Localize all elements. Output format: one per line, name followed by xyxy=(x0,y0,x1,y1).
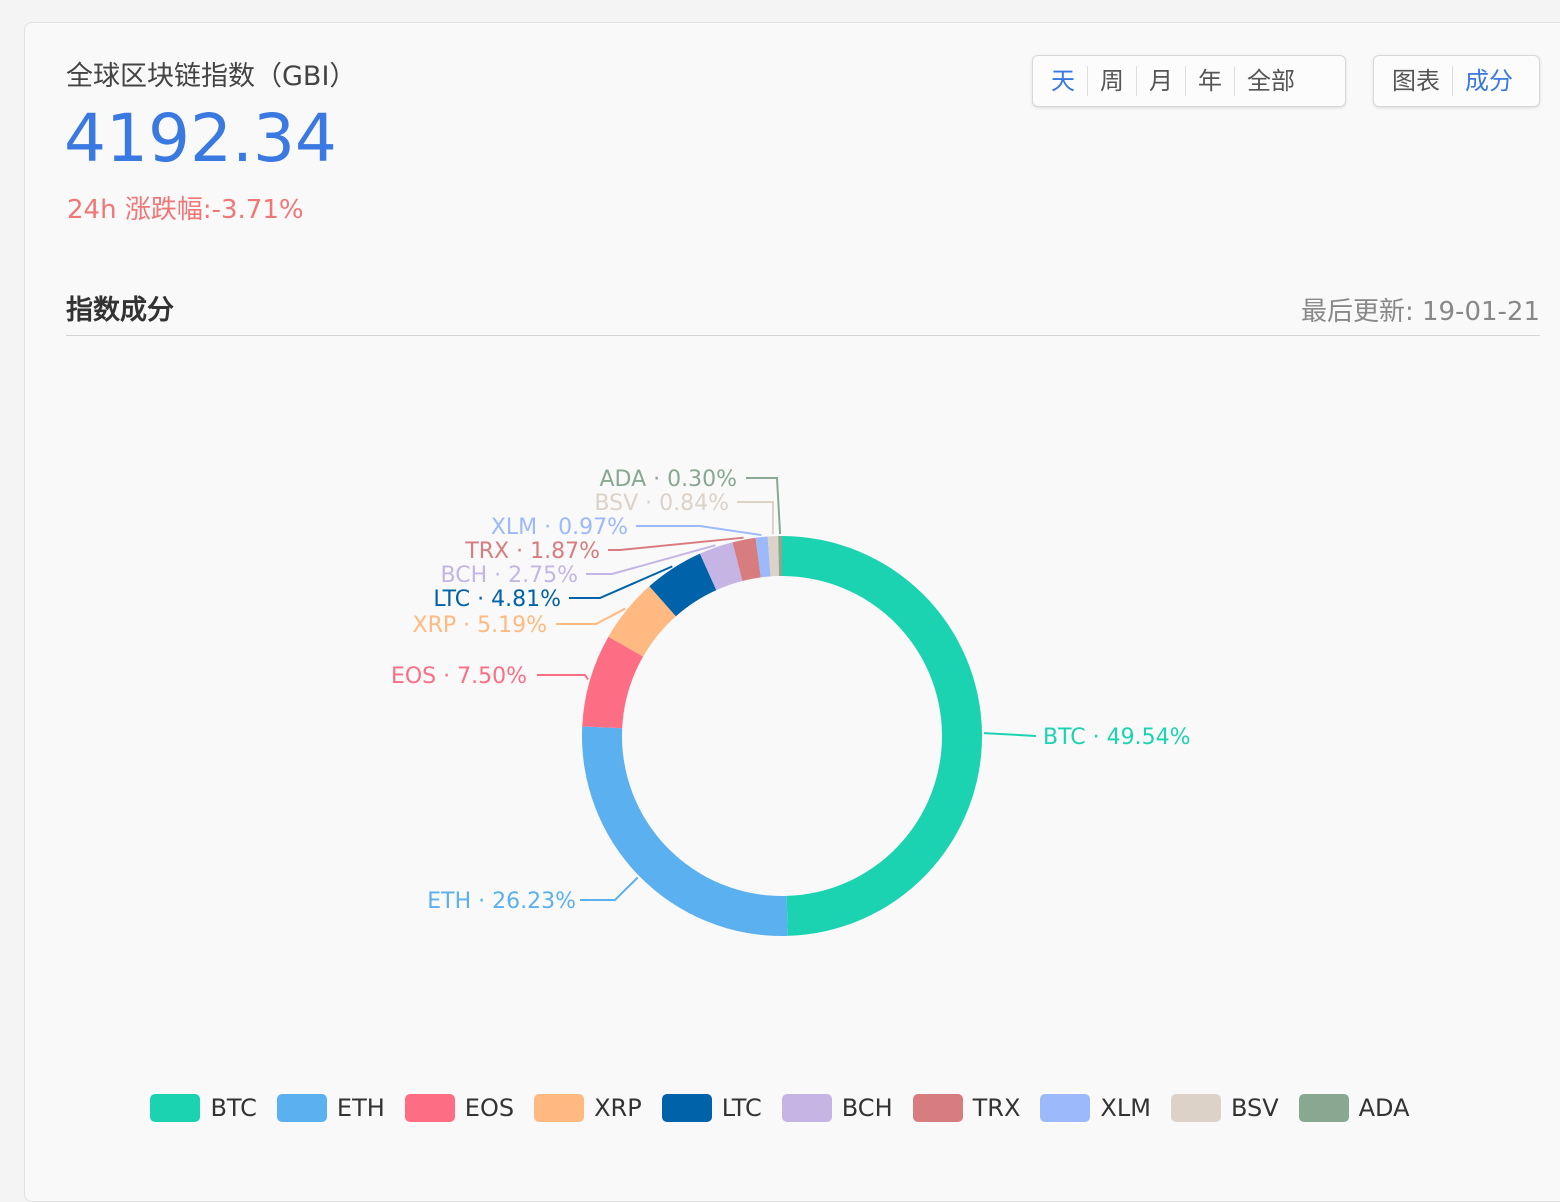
donut-labels: BTC · 49.54% ETH · 26.23% EOS · 7.50% XRP ·… xyxy=(391,467,1191,914)
slice-btc[interactable] xyxy=(782,536,983,936)
slice-label-trx: TRX · 1.87% xyxy=(464,539,600,564)
slice-label-xrp: XRP · 5.19% xyxy=(413,613,548,638)
slice-label-ltc: LTC · 4.81% xyxy=(433,587,561,612)
slice-label-eth: ETH · 26.23% xyxy=(427,889,576,914)
legend-label-trx: TRX xyxy=(972,1094,1021,1122)
legend-swatch-ada xyxy=(1298,1094,1349,1122)
legend-item-eos[interactable]: EOS xyxy=(404,1094,515,1122)
legend-item-btc[interactable]: BTC xyxy=(150,1094,257,1122)
legend-label-xrp: XRP xyxy=(594,1094,642,1122)
donut-slices xyxy=(581,536,983,936)
legend-item-xrp[interactable]: XRP xyxy=(534,1094,642,1122)
legend-swatch-btc xyxy=(150,1094,201,1122)
label-line-xrp xyxy=(556,607,626,625)
legend-swatch-eos xyxy=(404,1094,455,1122)
legend-swatch-bch xyxy=(781,1094,832,1122)
legend-label-eth: ETH xyxy=(336,1094,385,1122)
slice-label-bsv: BSV · 0.84% xyxy=(594,491,729,516)
legend-swatch-eth xyxy=(276,1094,327,1122)
slice-label-bch: BCH · 2.75% xyxy=(441,563,578,588)
slice-label-ada: ADA · 0.30% xyxy=(599,467,737,492)
legend-label-eos: EOS xyxy=(464,1094,515,1122)
legend-label-bch: BCH xyxy=(841,1094,893,1122)
legend-label-xlm: XLM xyxy=(1100,1094,1151,1122)
legend-item-bsv[interactable]: BSV xyxy=(1170,1094,1279,1122)
legend-swatch-xrp xyxy=(534,1094,585,1122)
slice-label-xlm: XLM · 0.97% xyxy=(491,515,628,540)
legend-item-ltc[interactable]: LTC xyxy=(661,1094,762,1122)
label-line-xlm xyxy=(636,525,762,537)
label-line-ada xyxy=(746,477,782,535)
legend-item-ada[interactable]: ADA xyxy=(1298,1094,1410,1122)
legend-swatch-ltc xyxy=(661,1094,712,1122)
label-line-eos xyxy=(537,674,589,680)
legend-label-bsv: BSV xyxy=(1230,1094,1279,1122)
slice-label-btc: BTC · 49.54% xyxy=(1043,725,1190,750)
slice-eth[interactable] xyxy=(581,726,788,936)
label-line-btc xyxy=(983,732,1037,737)
legend-label-ada: ADA xyxy=(1358,1094,1410,1122)
legend-swatch-trx xyxy=(912,1094,963,1122)
legend-swatch-xlm xyxy=(1040,1094,1091,1122)
donut-chart: BTC · 49.54% ETH · 26.23% EOS · 7.50% XRP ·… xyxy=(391,467,1191,936)
legend-item-trx[interactable]: TRX xyxy=(912,1094,1021,1122)
legend-item-eth[interactable]: ETH xyxy=(276,1094,385,1122)
legend-item-bch[interactable]: BCH xyxy=(781,1094,893,1122)
label-line-eth xyxy=(580,876,639,901)
slice-label-eos: EOS · 7.50% xyxy=(391,664,527,689)
legend-label-ltc: LTC xyxy=(721,1094,762,1122)
legend-label-btc: BTC xyxy=(210,1094,257,1122)
label-line-bsv xyxy=(737,501,775,535)
legend-swatch-bsv xyxy=(1170,1094,1221,1122)
chart-legend: BTC ETH EOS XRP LTC BCH TRX XLM BSV ADA xyxy=(0,1094,1560,1122)
legend-item-xlm[interactable]: XLM xyxy=(1040,1094,1151,1122)
